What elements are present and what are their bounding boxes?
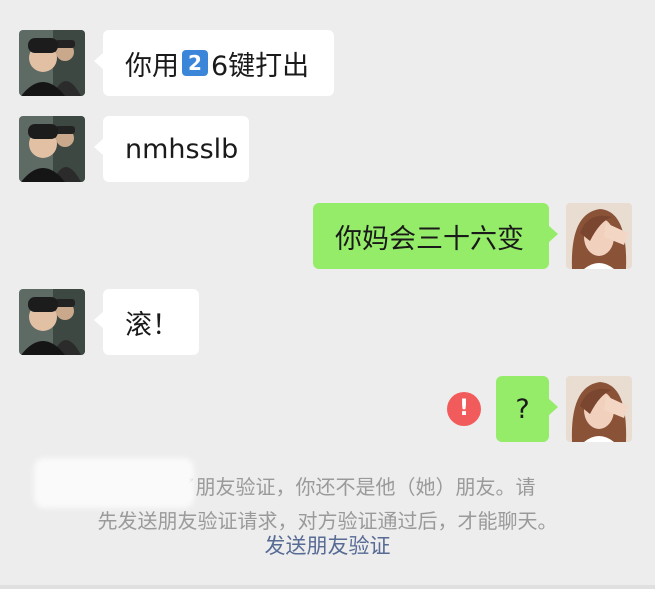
contact-avatar[interactable] (19, 289, 85, 355)
bottom-divider (0, 585, 655, 589)
contact-avatar[interactable] (19, 30, 85, 96)
contact-avatar[interactable] (19, 116, 85, 182)
message-text: ? (515, 393, 530, 425)
message-bubble-outgoing[interactable]: 你妈会三十六变 (313, 203, 558, 269)
message-text: 滚！ (125, 309, 179, 341)
message-text: 你妈会三十六变 (335, 223, 524, 255)
message-text: nmhsslb (125, 133, 239, 165)
send-friend-verification-link[interactable]: 发送朋友验证 (265, 534, 391, 558)
redacted-text-blur (34, 458, 194, 508)
chat-view: 你用 2 6键打出 nmhsslb 你妈会三十六变 滚！ ! ? 了朋友验证，你… (0, 0, 655, 589)
message-bubble-outgoing[interactable]: ? (496, 376, 558, 442)
message-text: 你用 (125, 50, 179, 82)
my-avatar[interactable] (566, 376, 632, 442)
message-bubble-incoming[interactable]: 你用 2 6键打出 (94, 30, 334, 96)
message-bubble-incoming[interactable]: 滚！ (94, 289, 199, 355)
keypad-2-key-icon: 2 (182, 50, 208, 76)
my-avatar[interactable] (566, 203, 632, 269)
send-failed-exclamation-icon[interactable]: ! (447, 392, 481, 426)
message-bubble-incoming[interactable]: nmhsslb (94, 116, 249, 182)
message-text: 6键打出 (211, 50, 310, 82)
send-friend-verification-link-row: 发送朋友验证 (0, 530, 655, 560)
